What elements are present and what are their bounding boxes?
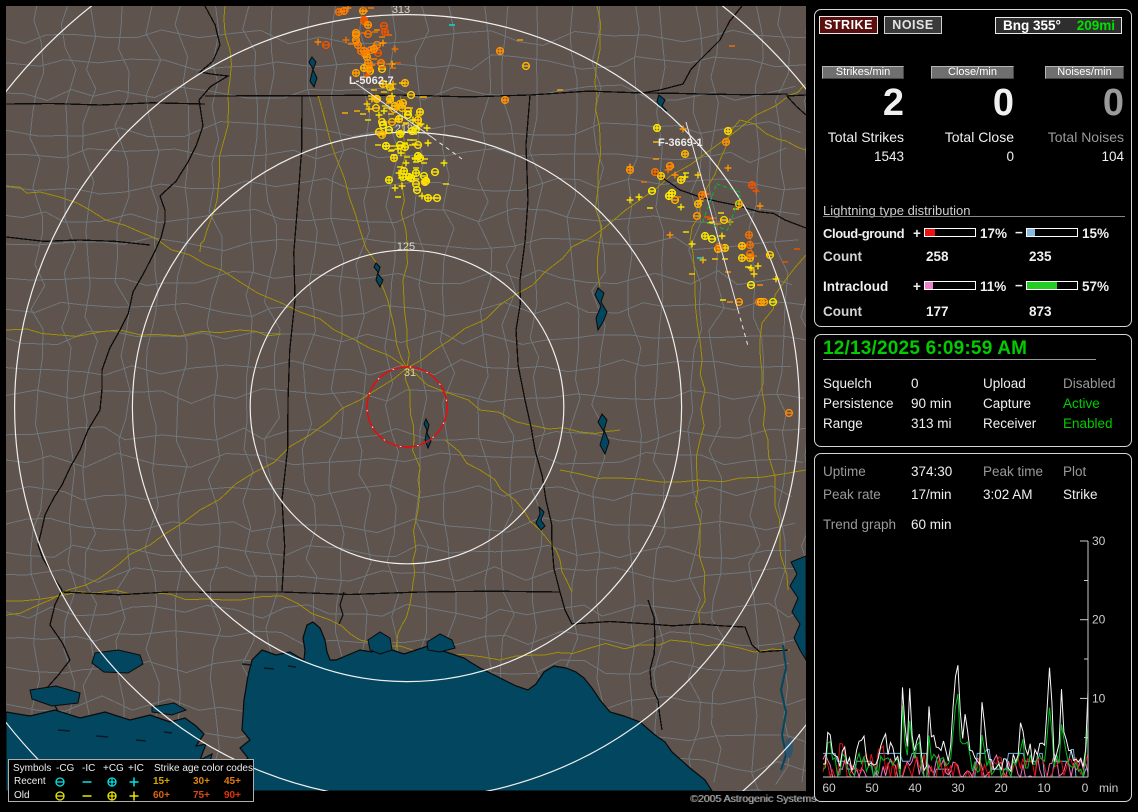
svg-text:20: 20: [1092, 613, 1106, 627]
svg-text:10: 10: [1092, 691, 1106, 705]
svg-text:50: 50: [865, 781, 879, 795]
svg-text:10: 10: [1037, 781, 1051, 795]
svg-text:60: 60: [822, 781, 836, 795]
svg-text:0: 0: [1082, 781, 1089, 795]
svg-text:313: 313: [392, 6, 410, 16]
svg-text:125: 125: [397, 241, 415, 253]
svg-text:L-5062-7: L-5062-7: [349, 75, 394, 87]
svg-text:20: 20: [994, 781, 1008, 795]
svg-text:min: min: [1099, 781, 1118, 795]
svg-text:30: 30: [1092, 535, 1106, 548]
svg-text:31: 31: [404, 367, 416, 379]
svg-text:F-3669-1: F-3669-1: [658, 137, 703, 149]
svg-text:30: 30: [951, 781, 965, 795]
svg-text:40: 40: [908, 781, 922, 795]
